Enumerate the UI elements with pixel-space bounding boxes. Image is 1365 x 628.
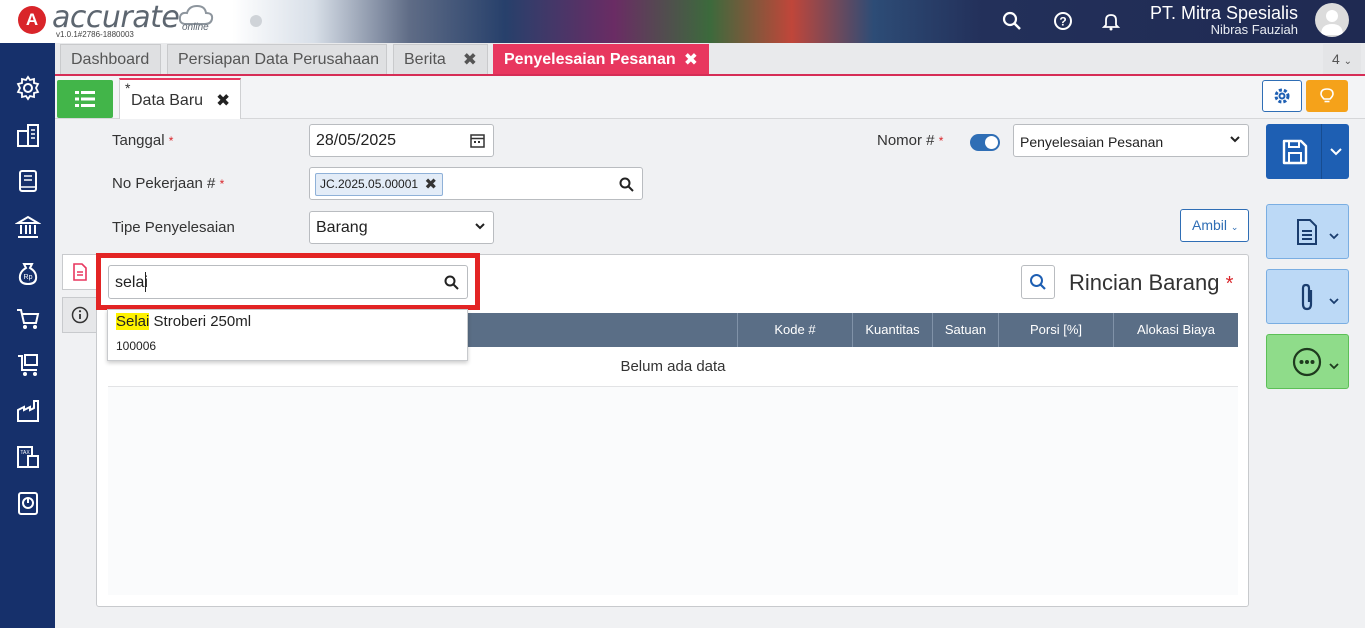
document-list-icon (72, 263, 87, 281)
chevron-down-icon (1329, 298, 1339, 305)
ambil-button[interactable]: Ambil ⌄ (1180, 209, 1249, 242)
tab-dashboard[interactable]: Dashboard (60, 44, 161, 74)
nomor-label: Nomor # * (877, 132, 944, 149)
search-icon (1030, 274, 1046, 290)
close-tab-icon[interactable]: ✖ (684, 45, 698, 75)
col-porsi[interactable]: Porsi [%] (998, 313, 1113, 347)
bank-icon[interactable] (14, 213, 42, 241)
chevron-down-icon[interactable] (1330, 148, 1342, 156)
close-tab-icon[interactable]: ✖ (463, 45, 477, 75)
ledger-book-icon[interactable] (14, 167, 42, 195)
info-icon (71, 306, 88, 324)
tanggal-label: Tanggal * (112, 132, 174, 149)
tab-count-dropdown[interactable]: 4 ⌄ (1323, 44, 1361, 74)
report-chart-icon[interactable] (14, 489, 42, 517)
tax-document-icon[interactable]: TAX (14, 443, 42, 471)
col-alokasi-biaya[interactable]: Alokasi Biaya (1113, 313, 1238, 347)
doc-tab-data-baru[interactable]: * Data Baru ✖ (119, 78, 241, 119)
money-bag-icon[interactable]: Rp (14, 259, 42, 287)
tips-bulb-button[interactable] (1306, 80, 1348, 112)
no-pekerjaan-input[interactable]: JC.2025.05.00001 ✖ (309, 167, 643, 200)
top-bar: A accurate online v1.0.1#2786-1880003 ? … (0, 0, 1365, 43)
job-order-chip: JC.2025.05.00001 ✖ (315, 173, 444, 196)
tab-bar: Dashboard Persiapan Data Perusahaan Beri… (55, 43, 1365, 76)
tab-penyelesaian-pesanan[interactable]: Penyelesaian Pesanan ✖ (493, 44, 709, 74)
sidebar: Rp TAX (0, 43, 55, 628)
user-avatar[interactable] (1315, 3, 1349, 37)
document-icon (1297, 219, 1317, 245)
col-kuantitas[interactable]: Kuantitas (852, 313, 932, 347)
chevron-down-icon (475, 223, 485, 230)
tipe-penyelesaian-label: Tipe Penyelesaian (112, 219, 235, 236)
tab-persiapan-data[interactable]: Persiapan Data Perusahaan (167, 44, 387, 74)
app-logo-sub: online (182, 22, 209, 33)
detail-title: Rincian Barang * (1069, 270, 1234, 295)
accurate-logo-icon: A (18, 6, 46, 34)
document-header: * Data Baru ✖ (55, 76, 1365, 119)
remove-chip-icon[interactable]: ✖ (425, 174, 438, 195)
form-settings-button[interactable] (1262, 80, 1302, 112)
settings-gear-icon[interactable] (14, 74, 42, 102)
detail-search-button[interactable] (1021, 265, 1055, 299)
chevron-down-icon (1230, 136, 1240, 143)
calendar-icon[interactable] (470, 133, 485, 148)
chevron-down-icon (1329, 363, 1339, 370)
search-icon[interactable] (619, 177, 634, 192)
attachment-button[interactable] (1266, 269, 1349, 324)
more-dots-icon (1292, 347, 1322, 377)
no-pekerjaan-label: No Pekerjaan # * (112, 175, 225, 192)
suggestion-item-code: 100006 (116, 339, 157, 353)
company-name[interactable]: PT. Mitra Spesialis (1150, 3, 1298, 24)
nomor-type-select[interactable]: Penyelesaian Pesanan (1013, 124, 1249, 157)
col-satuan[interactable]: Satuan (932, 313, 998, 347)
print-document-button[interactable] (1266, 204, 1349, 259)
svg-text:Rp: Rp (24, 274, 33, 281)
shopping-cart-icon[interactable] (14, 305, 42, 333)
company-building-icon[interactable] (14, 121, 42, 149)
item-suggestion-dropdown: Selai Stroberi 250ml 100006 (107, 309, 468, 361)
detail-items-tab[interactable] (62, 254, 96, 290)
tanggal-date-input[interactable]: 28/05/2025 (309, 124, 494, 157)
col-kode[interactable]: Kode # (737, 313, 852, 347)
info-tab[interactable] (62, 297, 96, 333)
unsaved-marker: * (125, 80, 131, 96)
sales-cart-icon[interactable] (14, 351, 42, 379)
app-version: v1.0.1#2786-1880003 (56, 30, 134, 39)
item-search-input[interactable]: selai (108, 265, 468, 299)
tipe-penyelesaian-select[interactable]: Barang (309, 211, 494, 244)
tab-berita[interactable]: Berita ✖ (393, 44, 488, 74)
search-icon[interactable] (444, 275, 459, 290)
chevron-down-icon (1329, 233, 1339, 240)
search-icon[interactable] (999, 8, 1025, 34)
paperclip-icon (1301, 283, 1313, 311)
list-view-button[interactable] (57, 80, 113, 118)
svg-text:?: ? (1059, 15, 1066, 29)
user-name[interactable]: Nibras Fauziah (1211, 22, 1298, 37)
more-actions-button[interactable] (1266, 334, 1349, 389)
detail-panel-body (108, 387, 1238, 595)
status-dot (250, 15, 262, 27)
close-doc-icon[interactable]: ✖ (216, 91, 230, 111)
notification-bell-icon[interactable] (1098, 8, 1124, 34)
save-floppy-icon (1282, 139, 1308, 165)
doc-tab-label: Data Baru (131, 92, 204, 109)
help-icon[interactable]: ? (1050, 8, 1076, 34)
auto-number-toggle[interactable] (970, 134, 1000, 151)
save-button[interactable] (1266, 124, 1349, 179)
suggestion-item-name[interactable]: Selai Stroberi 250ml (116, 313, 251, 330)
factory-icon[interactable] (14, 397, 42, 425)
